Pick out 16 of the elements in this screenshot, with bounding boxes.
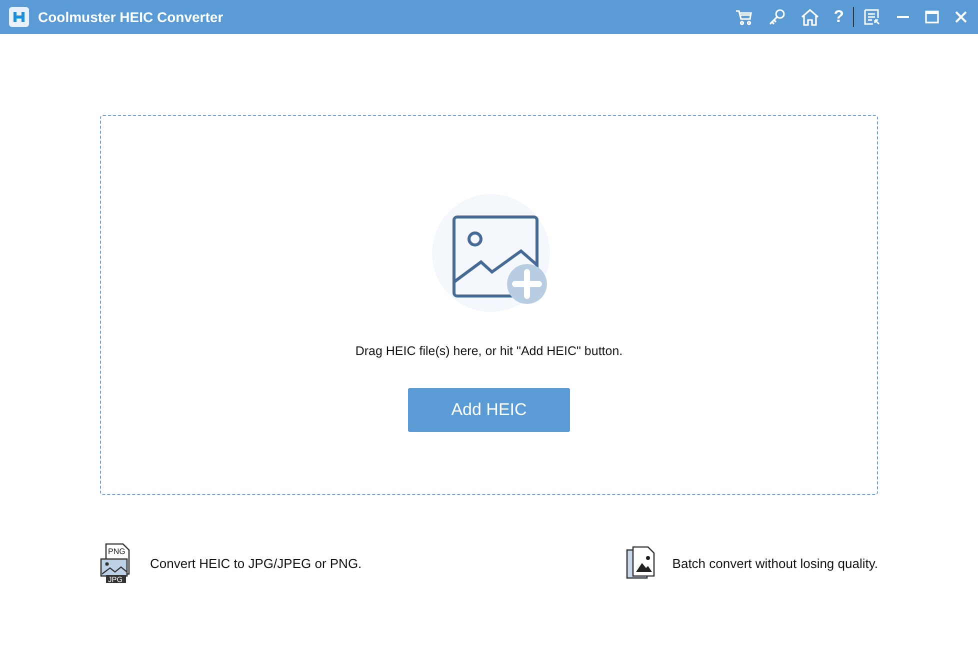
feature-text: Convert HEIC to JPG/JPEG or PNG. (150, 556, 362, 570)
add-heic-button[interactable]: Add HEIC (408, 388, 570, 432)
add-image-icon (432, 194, 550, 312)
app-logo-icon (9, 7, 29, 27)
help-button[interactable]: ? (834, 8, 844, 26)
drop-hint: Drag HEIC file(s) here, or hit "Add HEIC" button. (355, 344, 623, 358)
window-title: Coolmuster HEIC Converter (38, 9, 224, 25)
home-icon[interactable] (800, 8, 819, 26)
drop-zone[interactable]: Drag HEIC file(s) here, or hit "Add HEIC" button. Add HEIC (100, 115, 878, 495)
cart-icon[interactable] (734, 8, 753, 26)
image-files-icon (626, 546, 656, 580)
key-icon[interactable] (768, 8, 786, 26)
close-icon[interactable] (954, 10, 968, 24)
notes-icon[interactable] (863, 8, 881, 26)
feature-text: Batch convert without losing quality. (672, 556, 878, 570)
maximize-icon[interactable] (925, 10, 939, 24)
